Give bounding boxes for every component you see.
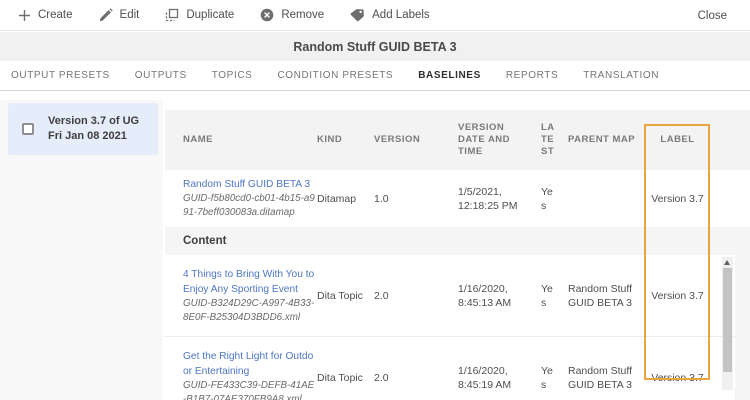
column-header-version: VERSION: [374, 134, 421, 145]
tab-condition-presets[interactable]: CONDITION PRESETS: [277, 70, 393, 81]
cell-label: Version 3.7: [651, 371, 704, 384]
cell-latest: Yes: [541, 364, 553, 391]
pencil-icon: [99, 8, 113, 22]
topic-name-link[interactable]: 4 Things to Bring With You to Enjoy Any …: [183, 267, 317, 297]
cell-version: 1.0: [374, 192, 389, 205]
title-bar: Random Stuff GUID BETA 3: [0, 32, 750, 61]
column-header-kind: KIND: [317, 134, 343, 145]
edit-button[interactable]: Edit: [99, 8, 140, 22]
cell-version: 2.0: [374, 289, 389, 302]
add-labels-button[interactable]: Add Labels: [350, 8, 430, 22]
baseline-list-sidebar: Version 3.7 of UG Fri Jan 08 2021: [0, 100, 163, 400]
column-header-parent-map: PARENT MAP: [568, 134, 636, 145]
vertical-scrollbar[interactable]: [722, 257, 733, 390]
edit-label: Edit: [119, 9, 140, 21]
tag-icon: [350, 8, 365, 22]
tab-outputs[interactable]: OUTPUTS: [135, 70, 187, 81]
duplicate-button[interactable]: Duplicate: [165, 8, 234, 22]
content-rows-card: 4 Things to Bring With You to Enjoy Any …: [165, 255, 735, 400]
baseline-item-label: Version 3.7 of UG Fri Jan 08 2021: [48, 115, 140, 142]
toolbar: Create Edit Duplicate Remove Add Labels …: [0, 0, 750, 31]
add-labels-label: Add Labels: [372, 9, 430, 21]
duplicate-icon: [165, 8, 179, 22]
column-header-version-date: VERSION DATE AND TIME: [458, 122, 511, 157]
cell-parent-map: Random Stuff GUID BETA 3: [568, 364, 633, 391]
table-header-row: NAME KIND VERSION VERSION DATE AND TIME …: [165, 110, 750, 170]
map-name-link[interactable]: Random Stuff GUID BETA 3: [183, 177, 317, 192]
create-button[interactable]: Create: [18, 9, 73, 22]
cell-latest: Yes: [541, 185, 553, 212]
cell-parent-map: [568, 192, 645, 206]
scrollbar-thumb[interactable]: [723, 268, 732, 372]
content-section-label: Content: [183, 235, 227, 247]
tab-reports[interactable]: REPORTS: [506, 70, 558, 81]
baseline-checkbox[interactable]: [22, 123, 34, 135]
page-title: Random Stuff GUID BETA 3: [293, 39, 457, 54]
cell-version-date: 1/16/2020, 8:45:13 AM: [458, 282, 512, 309]
cell-label: Version 3.7: [651, 289, 704, 302]
topic-guid: GUID-FE433C39-DEFB-41AE-B1B7-07AE370FB9A…: [183, 379, 315, 400]
baseline-list-item[interactable]: Version 3.7 of UG Fri Jan 08 2021: [8, 103, 158, 155]
column-header-latest: LATEST: [541, 122, 555, 157]
scroll-up-arrow-icon[interactable]: [724, 260, 730, 265]
table-row[interactable]: 4 Things to Bring With You to Enjoy Any …: [165, 255, 735, 337]
column-header-name: NAME: [183, 134, 213, 145]
tab-bar: OUTPUT PRESETS OUTPUTS TOPICS CONDITION …: [0, 61, 750, 91]
cell-version-date: 1/5/2021, 12:18:25 PM: [458, 185, 518, 212]
remove-button[interactable]: Remove: [260, 8, 324, 22]
cell-kind: Ditamap: [317, 192, 357, 205]
tab-topics[interactable]: TOPICS: [212, 70, 253, 81]
topic-guid: GUID-B324D29C-A997-4B33-8E0F-B25304D3BDD…: [183, 297, 315, 323]
baselines-dialog: Create Edit Duplicate Remove Add Labels …: [0, 0, 750, 400]
cell-kind: Dita Topic: [317, 289, 363, 302]
cell-kind: Dita Topic: [317, 371, 363, 384]
tab-translation[interactable]: TRANSLATION: [583, 70, 659, 81]
cell-version-date: 1/16/2020, 8:45:19 AM: [458, 364, 512, 391]
content-section-band: Content: [165, 227, 750, 255]
plus-icon: [18, 9, 31, 22]
column-header-label: LABEL: [660, 134, 695, 145]
cell-parent-map: Random Stuff GUID BETA 3: [568, 282, 633, 309]
remove-circle-icon: [260, 8, 274, 22]
tab-baselines[interactable]: BASELINES: [418, 70, 481, 81]
table-row[interactable]: Random Stuff GUID BETA 3 GUID-f5b80cd0-c…: [165, 170, 750, 227]
cell-label: Version 3.7: [651, 192, 704, 205]
cell-version: 2.0: [374, 371, 389, 384]
baseline-detail-pane: NAME KIND VERSION VERSION DATE AND TIME …: [163, 91, 750, 400]
table-row[interactable]: Get the Right Light for Outdoor Entertai…: [165, 337, 735, 400]
map-guid: GUID-f5b80cd0-cb01-4b15-a991-7beff030083…: [183, 193, 315, 218]
close-button[interactable]: Close: [698, 0, 727, 31]
duplicate-label: Duplicate: [186, 9, 235, 21]
tab-output-presets[interactable]: OUTPUT PRESETS: [11, 70, 110, 81]
create-label: Create: [38, 9, 73, 21]
remove-label: Remove: [281, 9, 325, 21]
cell-latest: Yes: [541, 282, 553, 309]
pane-right-margin: [735, 255, 750, 400]
topic-name-link[interactable]: Get the Right Light for Outdoor Entertai…: [183, 349, 317, 379]
